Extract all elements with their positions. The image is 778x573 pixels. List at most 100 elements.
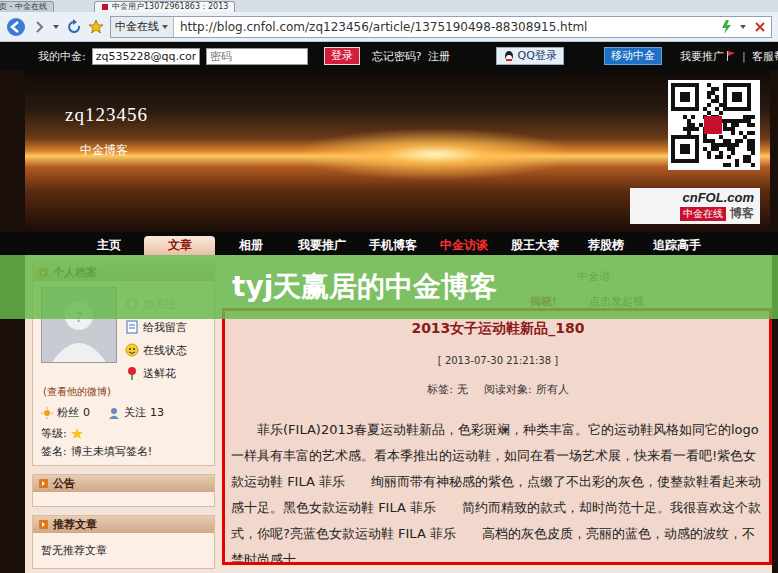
title-overlay: tyj天赢居的中金博客 (0, 255, 778, 319)
logo-row: 中金在线博客 (680, 205, 754, 222)
browser-tab[interactable]: 中金用户13072961863：2013 (94, 1, 235, 12)
nav-item[interactable]: 我要推广 (286, 236, 357, 255)
service-link[interactable]: 客服帮 (752, 49, 778, 64)
address-bar: 中金在线 http://blog.cnfol.com/zq123456/artic… (0, 12, 778, 42)
profile-action[interactable]: 给我留言 (125, 318, 187, 336)
username-field[interactable] (92, 48, 200, 65)
flag-icon (726, 50, 736, 62)
tab-label: 页 - 中金在线 (0, 2, 47, 12)
signature-text: 博主未填写签名! (71, 444, 152, 459)
star-icon[interactable] (88, 19, 104, 35)
weibo-link[interactable]: (查看他的微博) (43, 385, 206, 399)
recommend-empty: 暂无推荐文章 (41, 544, 107, 557)
follow-label: 关注 (124, 405, 146, 420)
nav-item[interactable]: 中金访谈 (428, 236, 499, 255)
qq-login-button[interactable]: QQ登录 (496, 47, 564, 65)
panel-header: 推荐文章 (33, 516, 214, 533)
blog-id: zq123456 (65, 104, 148, 126)
register-link[interactable]: 注册 (428, 49, 450, 64)
tab-label: 中金用户13072961863：2013 (112, 2, 228, 12)
engine-label: 中金在线 (115, 19, 159, 34)
page-icon (101, 3, 109, 11)
back-icon[interactable] (6, 17, 26, 37)
blog-banner: zq123456中金博客 cnFOL.com中金在线博客 (25, 70, 770, 232)
forward-icon[interactable] (32, 19, 46, 35)
dropdown-icon (161, 23, 169, 31)
article: 2013女子运动鞋新品_180[ 2013-07-30 21:21:38 ]标签… (222, 308, 772, 565)
stats-row: 粉丝0关注13 (41, 405, 206, 420)
banner-right: cnFOL.com中金在线博客 (630, 70, 770, 232)
recommend-body: 暂无推荐文章 (33, 533, 214, 568)
login-bar: 我的中金: 登录忘记密码? 注册 QQ登录 移动中金 我要推广 | 客服帮 (0, 42, 778, 70)
sidebar-panel: 推荐文章暂无推荐文章 (32, 515, 215, 569)
forgot-link[interactable]: 忘记密码? (372, 49, 422, 64)
search-engine[interactable]: 中金在线 (111, 17, 174, 37)
qr-code-icon (668, 80, 760, 170)
main-nav: 主页文章相册我要推广手机博客中金访谈股王大赛荐股榜追踪高手 (0, 232, 778, 255)
promote-label: 我要推广 (680, 49, 724, 64)
nav-item[interactable]: 手机博客 (357, 236, 428, 255)
fans-count: 0 (83, 406, 90, 419)
signature-row: 签名: 博主未填写签名! (41, 444, 206, 459)
password-field[interactable] (206, 48, 308, 65)
panel-title: 公告 (53, 476, 75, 491)
overlay-title: tyj天赢居的中金博客 (232, 268, 497, 306)
action-label: 在线状态 (143, 343, 187, 358)
tag-value: 无 (457, 382, 468, 397)
nav-item[interactable]: 追踪高手 (641, 236, 712, 255)
profile-action[interactable]: 在线状态 (125, 341, 187, 359)
nav-item[interactable]: 主页 (73, 236, 144, 255)
notice-body (33, 492, 214, 506)
flower-icon (125, 366, 139, 380)
article-time: [ 2013-07-30 21:21:38 ] (231, 355, 765, 366)
sidebar-panel: 公告 (32, 474, 215, 507)
dropdown-icon[interactable] (52, 23, 60, 31)
sun-icon (41, 407, 53, 419)
bullet-icon (39, 520, 48, 529)
nav-item[interactable]: 荐股榜 (570, 236, 641, 255)
star-icon (71, 428, 83, 440)
level-label: 等级: (41, 426, 67, 441)
login-button[interactable]: 登录 (324, 47, 360, 65)
dropdown-icon[interactable] (739, 23, 747, 31)
logo-sub: 中金在线 (680, 207, 726, 221)
signature-label: 签名: (41, 444, 67, 459)
logo-tag: 博客 (730, 205, 754, 222)
nav-item[interactable]: 股王大赛 (499, 236, 570, 255)
follow-count: 13 (150, 406, 164, 419)
qq-icon (503, 50, 515, 62)
nav-item[interactable]: 文章 (144, 236, 215, 255)
url-box[interactable]: 中金在线 http://blog.cnfol.com/zq123456/artic… (110, 16, 772, 38)
person-icon (108, 407, 120, 419)
nav-item[interactable]: 相册 (215, 236, 286, 255)
article-title: 2013女子运动鞋新品_180 (231, 320, 765, 338)
browser-tabs: 页 - 中金在线 中金用户13072961863：2013 (0, 0, 778, 12)
promote-link[interactable]: 我要推广 (680, 49, 736, 64)
profile-action[interactable]: 送鲜花 (125, 364, 187, 382)
audience-label: 阅读对象: (484, 382, 532, 397)
article-body: 菲乐(FILA)2013春夏运动鞋新品，色彩斑斓，种类丰富。它的运动鞋风格如同它… (231, 417, 765, 565)
qq-login-label: QQ登录 (518, 49, 557, 63)
url-text[interactable]: http://blog.cnfol.com/zq123456/article/1… (180, 20, 714, 34)
level-stars (71, 428, 83, 440)
action-label: 给我留言 (143, 320, 187, 335)
go-icon[interactable] (720, 19, 733, 35)
panel-header: 公告 (33, 475, 214, 492)
mobile-button[interactable]: 移动中金 (604, 47, 662, 65)
bullet-icon (39, 479, 48, 488)
login-label: 我的中金: (38, 49, 86, 64)
message-icon (125, 320, 139, 334)
article-meta: 标签:无阅读对象:所有人 (231, 382, 765, 397)
blog-subtitle: 中金博客 (80, 142, 148, 159)
blog-heading: zq123456 中金博客 (25, 70, 148, 232)
separator: | (742, 50, 746, 63)
audience-value: 所有人 (536, 382, 569, 397)
level-row: 等级: (41, 426, 206, 441)
status-icon (125, 343, 139, 357)
logo-main: cnFOL.com (682, 190, 754, 205)
refresh-icon[interactable] (66, 19, 82, 35)
browser-tab[interactable]: 页 - 中金在线 (0, 1, 54, 12)
panel-title: 推荐文章 (53, 517, 97, 532)
action-label: 送鲜花 (143, 366, 176, 381)
stop-icon[interactable] (753, 20, 767, 34)
